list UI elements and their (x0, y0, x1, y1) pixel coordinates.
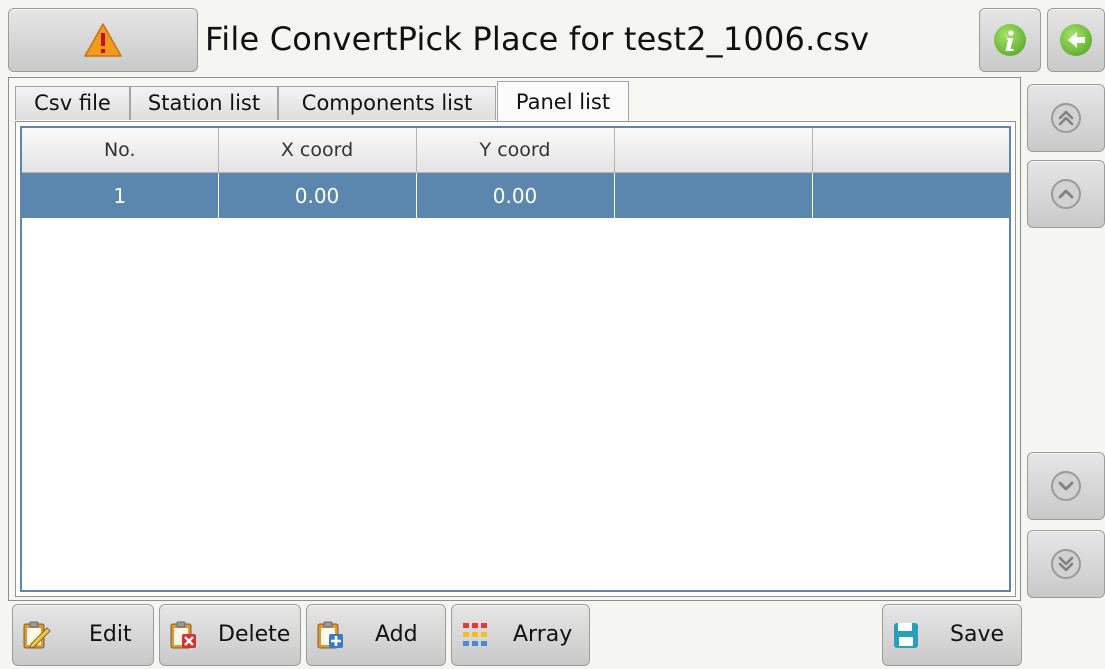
double-chevron-up-icon (1051, 103, 1081, 133)
add-button[interactable]: Add (306, 604, 446, 666)
tab-components-list[interactable]: Components list (278, 86, 496, 120)
cell-no: 1 (22, 172, 219, 218)
edit-button[interactable]: Edit (12, 604, 154, 666)
tab-csv-file[interactable]: Csv file (15, 86, 130, 120)
page-down-button[interactable] (1027, 530, 1105, 598)
column-header-empty-4[interactable] (614, 128, 813, 173)
column-header-empty-5[interactable] (812, 128, 1009, 173)
info-button[interactable] (979, 8, 1041, 72)
delete-clipboard-icon (170, 621, 196, 649)
double-chevron-down-icon (1051, 549, 1081, 579)
warning-button[interactable] (8, 8, 198, 72)
cell-empty-5 (812, 172, 1009, 218)
add-label: Add (375, 622, 418, 647)
edit-label: Edit (89, 622, 132, 647)
delete-button[interactable]: Delete (159, 604, 301, 666)
page-up-button[interactable] (1027, 84, 1105, 152)
back-arrow-icon (1060, 24, 1092, 56)
column-header-y-coord[interactable]: Y coord (416, 128, 615, 173)
array-label: Array (513, 622, 573, 647)
save-label: Save (950, 622, 1005, 647)
array-grid-icon (463, 623, 487, 646)
table-row[interactable]: 1 0.00 0.00 (22, 172, 1009, 218)
cell-y-coord: 0.00 (416, 172, 615, 218)
array-button[interactable]: Array (451, 604, 590, 666)
edit-clipboard-icon (23, 621, 51, 649)
add-clipboard-icon (317, 621, 343, 649)
column-header-no[interactable]: No. (22, 128, 219, 173)
cell-x-coord: 0.00 (218, 172, 417, 218)
cell-empty-4 (614, 172, 813, 218)
table-header-row: No. X coord Y coord (22, 128, 1009, 173)
warning-triangle-icon (84, 23, 122, 57)
scroll-up-button[interactable] (1027, 160, 1105, 228)
chevron-up-icon (1051, 179, 1081, 209)
back-button[interactable] (1047, 8, 1105, 72)
page-title: File ConvertPick Place for test2_1006.cs… (205, 20, 870, 58)
content-frame: Csv file Station list Components list Pa… (8, 77, 1021, 601)
save-button[interactable]: Save (882, 604, 1022, 666)
chevron-down-icon (1051, 471, 1081, 501)
tab-station-list[interactable]: Station list (130, 86, 278, 120)
delete-label: Delete (218, 622, 291, 647)
column-header-x-coord[interactable]: X coord (218, 128, 417, 173)
scroll-down-button[interactable] (1027, 452, 1105, 520)
panel-list-area: No. X coord Y coord 1 0.00 0.00 (15, 121, 1016, 597)
info-icon (994, 24, 1026, 56)
tab-panel-list[interactable]: Panel list (497, 81, 629, 122)
panel-table: No. X coord Y coord 1 0.00 0.00 (22, 128, 1009, 218)
save-floppy-icon (894, 623, 918, 648)
panel-table-frame: No. X coord Y coord 1 0.00 0.00 (20, 126, 1011, 592)
